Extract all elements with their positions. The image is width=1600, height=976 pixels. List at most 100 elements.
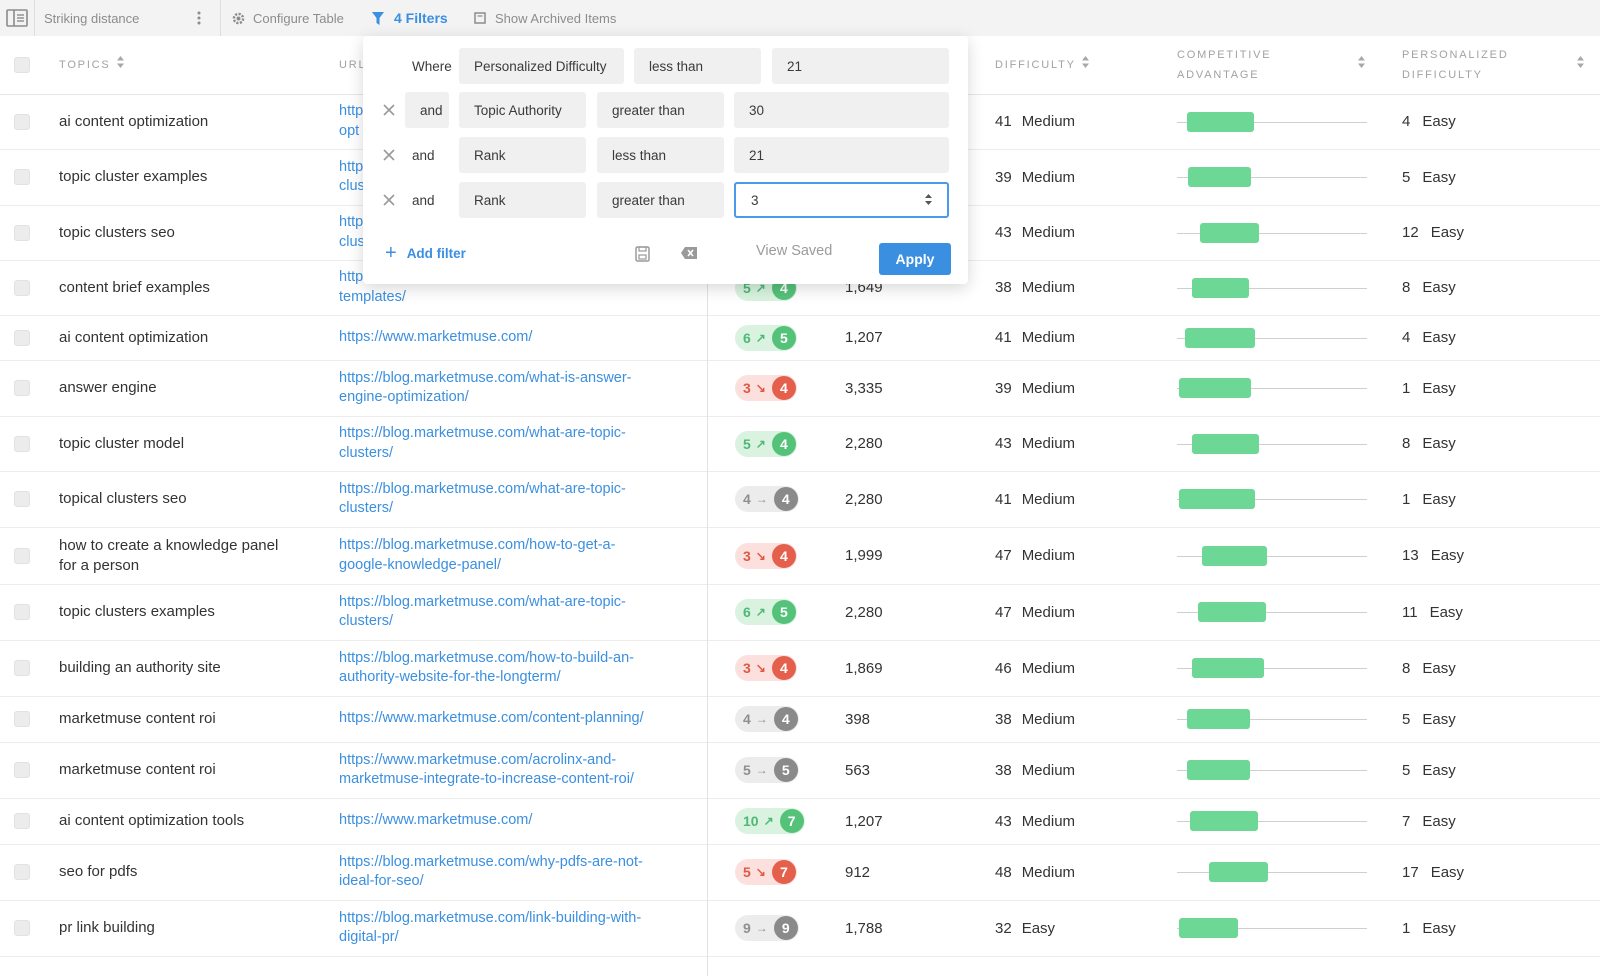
- row-checkbox[interactable]: [14, 711, 30, 727]
- save-filter-icon[interactable]: [635, 246, 650, 267]
- personalized-difficulty-cell: 13 Easy: [1402, 527, 1562, 584]
- topic-cell: how to create a knowledge panel for a per…: [59, 527, 309, 584]
- url-text: authority-website-for-the-longterm/: [339, 669, 561, 685]
- filter-field-select[interactable]: Rank: [459, 182, 586, 218]
- url-link[interactable]: https://blog.marketmuse.com/what-are-top…: [339, 471, 689, 527]
- personalized-difficulty-label: Easy: [1422, 659, 1456, 677]
- table-row[interactable]: ai content optimization tools https://www…: [0, 798, 1600, 845]
- difficulty-label: Medium: [1021, 659, 1076, 677]
- personalized-difficulty-cell: 5 Easy: [1402, 742, 1562, 798]
- filter-popup: Where Personalized Difficulty less than …: [363, 36, 968, 284]
- filter-operator-select[interactable]: greater than: [597, 92, 724, 128]
- add-filter-button[interactable]: + Add filter: [385, 243, 466, 263]
- filter-value-input[interactable]: 21: [734, 137, 949, 173]
- table-row[interactable]: marketmuse content roi https://www.market…: [0, 742, 1600, 799]
- remove-filter-icon[interactable]: [380, 146, 398, 164]
- row-checkbox[interactable]: [14, 435, 30, 452]
- filter-conjunction-select[interactable]: and: [405, 92, 449, 128]
- current-rank: 4: [771, 431, 796, 456]
- difficulty-cell: 39 Medium: [995, 360, 1155, 416]
- range-chart: [1177, 327, 1367, 348]
- rank-cell: 10 ↗ 7: [735, 798, 815, 844]
- personalized-difficulty-value: 11: [1402, 603, 1418, 621]
- filter-value-input[interactable]: 30: [734, 92, 949, 128]
- table-row[interactable]: how to create a knowledge panel for a per…: [0, 527, 1600, 585]
- row-checkbox[interactable]: [14, 864, 30, 880]
- url-link[interactable]: https://blog.marketmuse.com/what-are-top…: [339, 584, 689, 640]
- row-checkbox[interactable]: [14, 547, 30, 564]
- row-checkbox[interactable]: [14, 762, 30, 778]
- personalized-difficulty-value: 1: [1402, 919, 1411, 937]
- topic-cell: topic cluster examples: [59, 149, 309, 205]
- row-checkbox[interactable]: [14, 604, 30, 620]
- topic-text: for a person: [59, 556, 140, 574]
- url-link[interactable]: https://blog.marketmuse.com/why-pdfs-are…: [339, 844, 689, 900]
- filter-conjunction-select[interactable]: and: [412, 137, 435, 173]
- current-rank: 4: [773, 707, 798, 731]
- url-link[interactable]: https://blog.marketmuse.com/what-is-answ…: [339, 360, 689, 416]
- row-checkbox[interactable]: [14, 380, 30, 396]
- personalized-difficulty-label: Easy: [1422, 919, 1456, 937]
- clear-filters-icon[interactable]: [680, 246, 698, 265]
- url-link[interactable]: https://www.marketmuse.com/content-plann…: [339, 696, 689, 742]
- url-link[interactable]: https://www.marketmuse.com/: [339, 798, 689, 844]
- stepper-icon[interactable]: [924, 193, 933, 209]
- row-checkbox[interactable]: [14, 169, 30, 185]
- volume-cell: 398: [845, 710, 871, 728]
- filter-value-input-active[interactable]: 3: [734, 182, 949, 218]
- url-text: https://blog.marketmuse.com/why-pdfs-are…: [339, 853, 643, 870]
- difficulty-cell: 38 Medium: [995, 742, 1155, 798]
- row-checkbox[interactable]: [14, 660, 30, 676]
- remove-filter-icon[interactable]: [380, 191, 398, 209]
- competitive-advantage-cell: [1177, 205, 1367, 260]
- url-link[interactable]: https://www.marketmuse.com/acrolinx-and-…: [339, 742, 689, 798]
- filter-conjunction-select[interactable]: and: [412, 182, 435, 218]
- filter-operator-select[interactable]: less than: [597, 137, 724, 173]
- personalized-difficulty-value: 1: [1402, 379, 1411, 397]
- rank-change-badge: 3 ↘ 4: [735, 655, 797, 681]
- url-link[interactable]: https://www.marketmuse.com/: [339, 315, 689, 360]
- range-chart: [1177, 862, 1367, 882]
- difficulty-label: Medium: [1021, 863, 1076, 881]
- previous-rank: 3: [743, 660, 751, 676]
- table-row[interactable]: topic clusters examples https://blog.mark…: [0, 584, 1600, 641]
- table-row[interactable]: ai content optimization https://www.marke…: [0, 315, 1600, 361]
- filter-operator-select[interactable]: less than: [634, 48, 761, 84]
- range-bar: [1179, 378, 1251, 398]
- url-link[interactable]: https://blog.marketmuse.com/how-to-build…: [339, 640, 689, 696]
- volume-cell: 563: [845, 761, 871, 779]
- table-row[interactable]: building an authority site https://blog.m…: [0, 640, 1600, 697]
- table-row[interactable]: answer engine https://blog.marketmuse.com…: [0, 360, 1600, 417]
- apply-button[interactable]: Apply: [879, 243, 951, 275]
- filter-value-input[interactable]: 21: [772, 48, 949, 84]
- table-row[interactable]: pr link building https://blog.marketmuse.…: [0, 900, 1600, 957]
- filter-field-select[interactable]: Rank: [459, 137, 586, 173]
- trend-flat-icon: →: [755, 921, 768, 935]
- row-checkbox[interactable]: [14, 491, 30, 507]
- url-link[interactable]: https://blog.marketmuse.com/link-buildin…: [339, 900, 689, 956]
- row-checkbox[interactable]: [14, 813, 30, 829]
- table-row[interactable]: marketmuse content roi https://www.market…: [0, 696, 1600, 743]
- view-saved-button[interactable]: View Saved: [756, 243, 832, 259]
- table-row[interactable]: topical clusters seo https://blog.marketm…: [0, 471, 1600, 528]
- row-checkbox[interactable]: [14, 224, 30, 241]
- filter-field-select[interactable]: Topic Authority: [459, 92, 586, 128]
- url-text: https://blog.marketmuse.com/what-are-top…: [339, 593, 626, 610]
- previous-rank: 9: [743, 920, 751, 936]
- personalized-difficulty-cell: 5 Easy: [1402, 696, 1562, 742]
- url-link[interactable]: https://blog.marketmuse.com/what-are-top…: [339, 416, 689, 471]
- row-checkbox[interactable]: [14, 279, 30, 296]
- url-text: clus: [339, 178, 365, 194]
- topic-cell: topic clusters seo: [59, 205, 309, 260]
- rank-cell: 5 ↘ 7: [735, 844, 815, 900]
- table-row[interactable]: seo for pdfs https://blog.marketmuse.com/…: [0, 844, 1600, 901]
- row-checkbox[interactable]: [14, 113, 30, 130]
- filter-operator-select[interactable]: greater than: [597, 182, 724, 218]
- url-link[interactable]: https://blog.marketmuse.com/how-to-get-a…: [339, 527, 689, 584]
- row-checkbox[interactable]: [14, 329, 30, 346]
- range-bar: [1209, 862, 1268, 882]
- filter-field-select[interactable]: Personalized Difficulty: [459, 48, 624, 84]
- row-checkbox[interactable]: [14, 920, 30, 936]
- remove-filter-icon[interactable]: [380, 101, 398, 119]
- table-row[interactable]: topic cluster model https://blog.marketmu…: [0, 416, 1600, 472]
